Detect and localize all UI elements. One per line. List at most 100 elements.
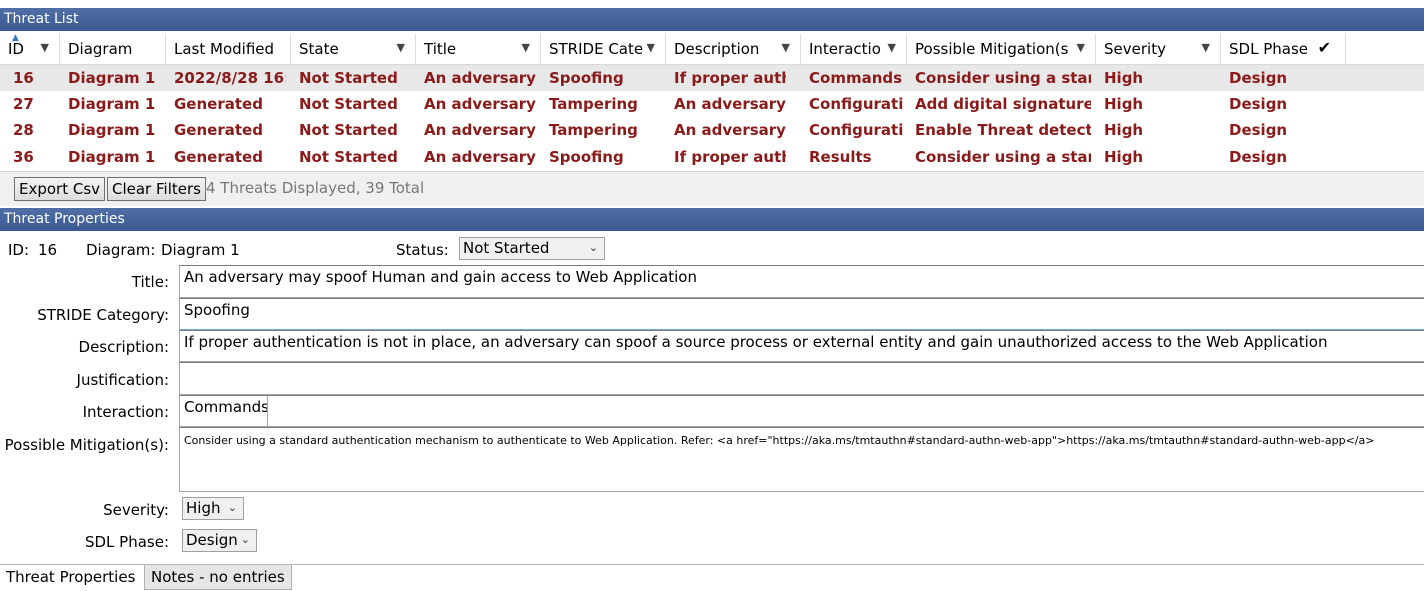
column-header-label: State	[299, 40, 339, 58]
table-cell: Tampering	[549, 121, 638, 139]
tab-notes[interactable]: Notes - no entries	[144, 565, 292, 590]
column-header-label: Interactio	[809, 40, 881, 58]
table-cell: 36	[13, 148, 34, 166]
table-cell: High	[1104, 69, 1144, 87]
table-row[interactable]: 36 Diagram 1 Generated Not Started An ad…	[0, 144, 1424, 170]
table-cell: Diagram 1	[68, 148, 156, 166]
column-header-title[interactable]: Title ▼	[416, 34, 541, 64]
column-header-last-modified[interactable]: Last Modified	[166, 34, 291, 64]
threat-count-status: 4 Threats Displayed, 39 Total	[206, 179, 425, 197]
filter-arrow-icon[interactable]: ▼	[647, 41, 655, 54]
status-select-value: Not Started	[463, 239, 550, 257]
description-label: Description:	[78, 338, 169, 356]
threat-list-title: Threat List	[0, 8, 1424, 31]
column-header-id[interactable]: ▲ ID ▼	[0, 34, 60, 64]
table-cell: 2022/8/28 16:2	[174, 69, 286, 87]
tab-threat-properties[interactable]: Threat Properties	[0, 565, 142, 590]
column-header-possible-mitigations[interactable]: Possible Mitigation(s ▼	[907, 34, 1096, 64]
table-cell: Consider using a standa	[915, 69, 1091, 87]
table-cell: If proper authe	[674, 69, 786, 87]
table-cell: Generated	[174, 121, 263, 139]
column-header-label: Possible Mitigation(s	[915, 40, 1069, 58]
table-cell: Consider using a standa	[915, 148, 1091, 166]
column-header-state[interactable]: State ▼	[291, 34, 416, 64]
table-cell: 16	[13, 69, 34, 87]
threat-grid-footer: Export Csv Clear Filters 4 Threats Displ…	[0, 171, 1424, 206]
table-cell: If proper authe	[674, 148, 786, 166]
stride-category-label: STRIDE Category:	[37, 306, 169, 324]
filter-arrow-icon[interactable]: ▼	[782, 41, 790, 54]
justification-field[interactable]	[179, 362, 1424, 395]
filter-arrow-icon[interactable]: ▼	[522, 41, 530, 54]
table-cell: Not Started	[299, 148, 398, 166]
export-csv-button[interactable]: Export Csv	[14, 177, 106, 201]
interaction-field-row	[179, 395, 1424, 427]
column-header-severity[interactable]: Severity ▼	[1096, 34, 1221, 64]
column-header-label: STRIDE Cate	[549, 40, 644, 58]
filter-arrow-icon[interactable]: ▼	[1202, 41, 1210, 54]
table-cell: Design	[1229, 121, 1288, 139]
table-cell: Diagram 1	[68, 69, 156, 87]
chevron-down-icon: ⌄	[588, 241, 598, 254]
table-cell: Enable Threat detectior	[915, 121, 1091, 139]
table-cell: Tampering	[549, 95, 638, 113]
column-header-interaction[interactable]: Interactio ▼	[801, 34, 907, 64]
table-cell: 27	[13, 95, 34, 113]
checkmark-icon: ✔	[1317, 38, 1331, 57]
table-cell: Add digital signature tc	[915, 95, 1091, 113]
possible-mitigations-field[interactable]: Consider using a standard authentication…	[179, 427, 1424, 492]
possible-mitigations-label: Possible Mitigation(s):	[4, 436, 169, 454]
stride-category-field[interactable]: Spoofing	[179, 298, 1424, 330]
threat-grid-header: ▲ ID ▼ Diagram Last Modified State ▼ Tit…	[0, 34, 1424, 65]
status-select[interactable]: Not Started ⌄	[459, 237, 605, 260]
diagram-value: Diagram 1	[161, 241, 240, 259]
table-cell: Not Started	[299, 95, 398, 113]
table-row[interactable]: 28 Diagram 1 Generated Not Started An ad…	[0, 117, 1424, 143]
table-cell: An adversary n	[424, 121, 536, 139]
table-cell: Design	[1229, 95, 1288, 113]
title-field[interactable]: An adversary may spoof Human and gain ac…	[179, 265, 1424, 298]
column-header-description[interactable]: Description ▼	[666, 34, 801, 64]
description-field[interactable]: If proper authentication is not in place…	[179, 330, 1424, 362]
filter-arrow-icon[interactable]: ▼	[1077, 41, 1085, 54]
column-header-label: Description	[674, 40, 760, 58]
table-cell: An adversary n	[424, 148, 536, 166]
table-cell: Spoofing	[549, 69, 624, 87]
column-header-label: Severity	[1104, 40, 1166, 58]
table-row[interactable]: 16 Diagram 1 2022/8/28 16:2 Not Started …	[0, 65, 1424, 91]
table-cell: Generated	[174, 95, 263, 113]
clear-filters-button[interactable]: Clear Filters	[107, 177, 206, 201]
table-cell: Configuratic	[809, 121, 903, 139]
column-header-sdl-phase[interactable]: SDL Phase ✔	[1221, 34, 1346, 64]
sdl-phase-select[interactable]: Design ⌄	[182, 529, 257, 552]
threat-properties-title: Threat Properties	[0, 208, 1424, 231]
sdl-phase-label: SDL Phase:	[84, 533, 169, 551]
table-cell: Design	[1229, 148, 1288, 166]
filter-arrow-icon[interactable]: ▼	[397, 41, 405, 54]
column-header-label: Title	[424, 40, 457, 58]
column-header-label: Last Modified	[174, 40, 275, 58]
sort-ascending-icon: ▲	[12, 34, 19, 43]
severity-select-value: High	[186, 499, 221, 517]
table-cell: Diagram 1	[68, 95, 156, 113]
table-cell: Not Started	[299, 69, 398, 87]
filter-arrow-icon[interactable]: ▼	[41, 41, 49, 54]
column-header-diagram[interactable]: Diagram	[60, 34, 166, 64]
column-header-stride-category[interactable]: STRIDE Cate ▼	[541, 34, 666, 64]
table-cell: Diagram 1	[68, 121, 156, 139]
interaction-label: Interaction:	[82, 403, 169, 421]
table-cell: Spoofing	[549, 148, 624, 166]
window-top-strip	[0, 0, 1424, 8]
table-cell: High	[1104, 121, 1144, 139]
possible-mitigations-text: Consider using a standard authentication…	[184, 434, 1375, 447]
table-cell: Generated	[174, 148, 263, 166]
chevron-down-icon: ⌄	[227, 501, 237, 514]
severity-select[interactable]: High ⌄	[182, 497, 244, 520]
interaction-field[interactable]: Commands	[179, 395, 268, 427]
filter-arrow-icon[interactable]: ▼	[888, 41, 896, 54]
chevron-down-icon: ⌄	[240, 533, 250, 546]
diagram-label: Diagram:	[86, 241, 156, 259]
table-cell: Commands	[809, 69, 903, 87]
table-row[interactable]: 27 Diagram 1 Generated Not Started An ad…	[0, 91, 1424, 117]
status-label: Status:	[396, 241, 449, 259]
